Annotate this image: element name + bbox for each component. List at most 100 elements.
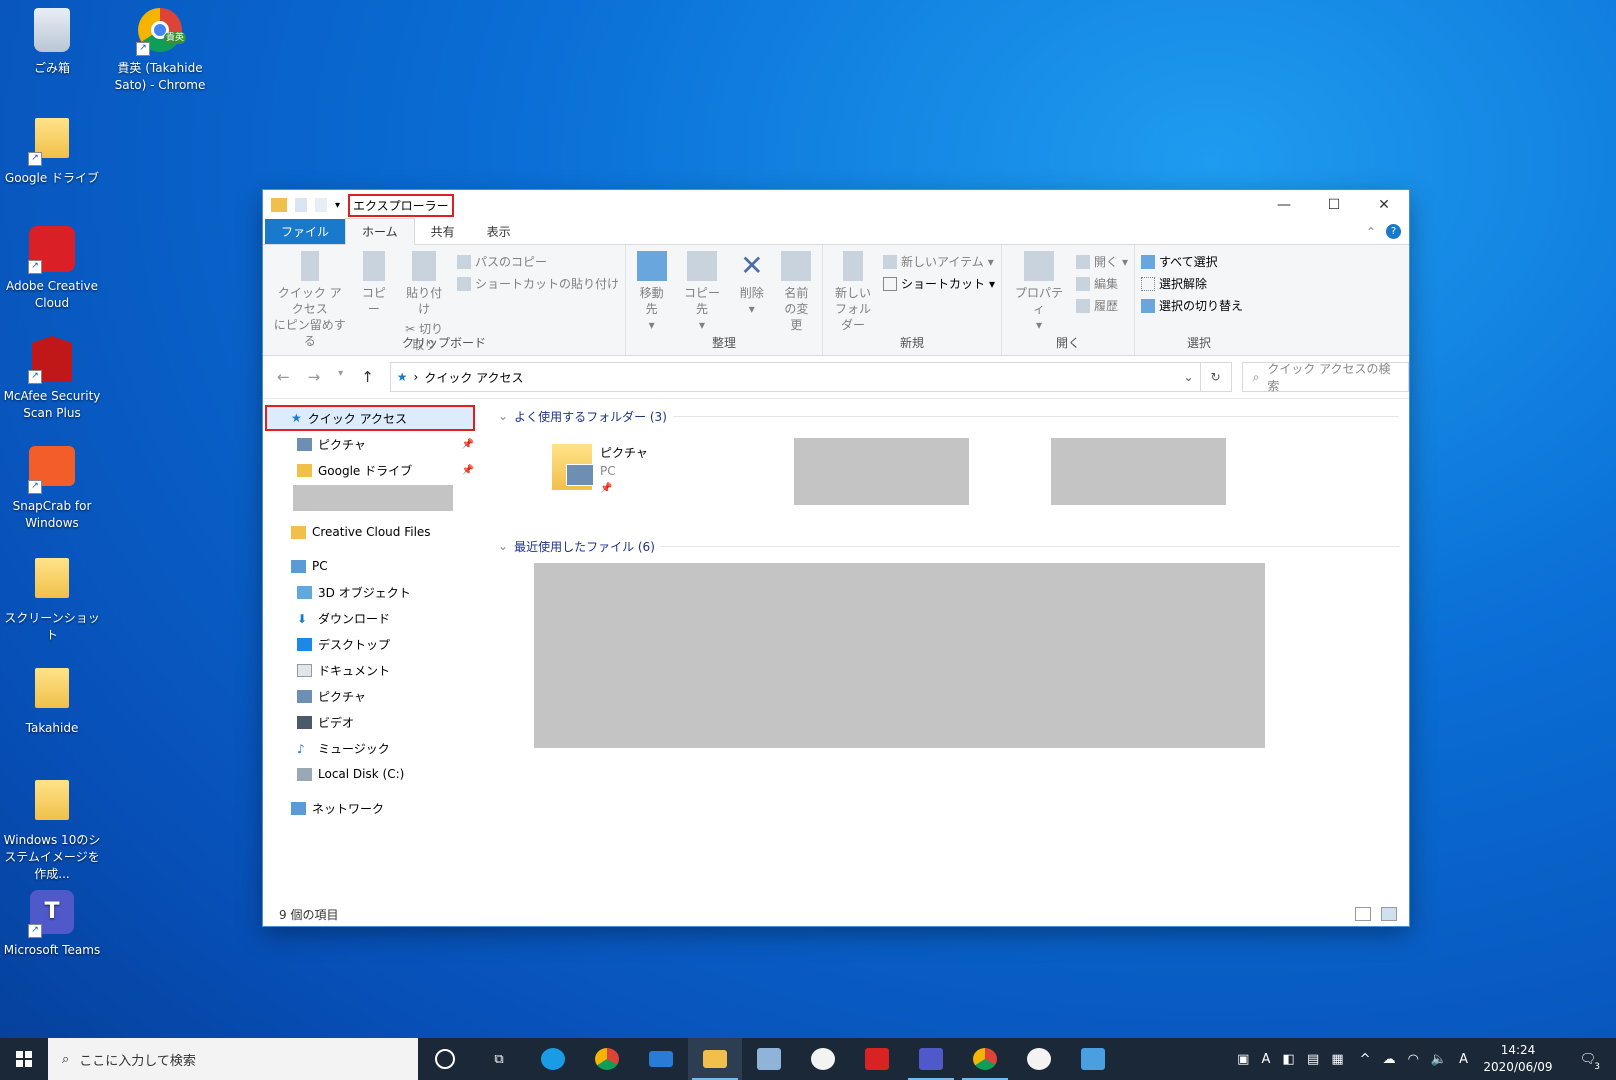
frequent-folder-pictures[interactable]: ピクチャ PC 📌 [552, 444, 772, 498]
new-folder-icon[interactable] [315, 198, 327, 212]
customize-toolbar-chevron-icon[interactable]: ▾ [335, 200, 340, 211]
history-icon [1075, 298, 1090, 313]
nav-item-3d-objects[interactable]: 3D オブジェクト [263, 579, 488, 605]
content-pane: ⌄ よく使用するフォルダー (3) ピクチャ PC 📌 ⌄ 最近使用したファイル… [488, 399, 1409, 889]
pin-icon: 📌 [461, 464, 474, 476]
shortcut-arrow-icon: ↗ [28, 370, 42, 384]
nav-item-documents[interactable]: ドキュメント [263, 657, 488, 683]
network-wifi-icon[interactable]: ◠ [1408, 1052, 1419, 1067]
new-item-button[interactable]: 新しいアイテム ▾ [882, 253, 995, 270]
taskbar-mail[interactable] [634, 1038, 688, 1080]
nav-item-videos[interactable]: ビデオ [263, 709, 488, 735]
close-button[interactable]: ✕ [1359, 190, 1409, 220]
recent-locations-chevron-icon[interactable]: ▾ [338, 368, 343, 386]
desktop-icon-chrome-profile[interactable]: 貴英 ↗ 貴英 (Takahide Sato) - Chrome [108, 8, 212, 94]
tab-home[interactable]: ホーム [345, 218, 415, 245]
history-button[interactable]: 履歴 [1075, 297, 1128, 314]
nav-item-desktop[interactable]: デスクトップ [263, 631, 488, 657]
desktop-icon-adobe-cc[interactable]: ↗ Adobe Creative Cloud [0, 226, 104, 312]
new-folder-label-1: 新しい [834, 286, 871, 300]
show-hidden-icons-chevron-icon[interactable]: ^ [1360, 1052, 1371, 1067]
redacted-recent-files [534, 563, 1265, 748]
section-frequent-folders[interactable]: ⌄ よく使用するフォルダー (3) [498, 405, 1399, 427]
taskbar-app-notes[interactable] [742, 1038, 796, 1080]
refresh-button[interactable]: ↻ [1200, 362, 1232, 392]
address-dropdown-chevron-icon[interactable]: ⌄ [1183, 370, 1193, 384]
nav-item-pc[interactable]: PC [263, 553, 488, 579]
invert-selection-button[interactable]: 選択の切り替え [1141, 297, 1243, 314]
forward-arrow-icon[interactable]: → [308, 368, 321, 386]
clock[interactable]: 14:24 2020/06/09 [1480, 1042, 1556, 1076]
taskbar-edge[interactable] [526, 1038, 580, 1080]
properties-icon[interactable] [295, 198, 307, 212]
action-center-button[interactable]: 🗨 3 [1568, 1038, 1608, 1080]
open-button[interactable]: 開く ▾ [1075, 253, 1128, 270]
nav-item-network[interactable]: ネットワーク [263, 795, 488, 821]
taskbar-app-misc[interactable] [1012, 1038, 1066, 1080]
taskbar-photos[interactable] [1066, 1038, 1120, 1080]
nav-item-music[interactable]: ♪ ミュージック [263, 735, 488, 761]
cortana-button[interactable] [418, 1038, 472, 1080]
shortcut-icon [882, 276, 897, 291]
easy-access-button[interactable]: ショートカット ▾ [882, 275, 995, 292]
cortana-circle-icon [435, 1049, 455, 1069]
help-icon[interactable]: ? [1386, 224, 1401, 239]
large-icons-view-icon[interactable] [1381, 907, 1397, 921]
onedrive-cloud-icon[interactable]: ☁ [1383, 1052, 1396, 1067]
desktop-icon-system-image[interactable]: Windows 10のシステムイメージを作成... [0, 780, 104, 883]
nav-item-google-drive[interactable]: Google ドライブ 📌 [263, 457, 488, 483]
desktop-icon-mcafee[interactable]: ↗ McAfee Security Scan Plus [0, 336, 104, 422]
taskbar-chrome-profile[interactable] [958, 1038, 1012, 1080]
desktop-icon-screenshots[interactable]: スクリーンショット [0, 558, 104, 644]
tab-view[interactable]: 表示 [471, 219, 527, 244]
collapse-ribbon-chevron-icon[interactable]: ⌃ [1366, 225, 1376, 239]
taskbar-itunes[interactable] [796, 1038, 850, 1080]
desktop-icon-takahide[interactable]: Takahide [0, 668, 104, 737]
nav-label: デスクトップ [318, 637, 391, 652]
tab-share[interactable]: 共有 [415, 219, 471, 244]
search-box[interactable]: ⌕ クイック アクセスの検索 [1241, 362, 1409, 393]
copy-path-button[interactable]: パスのコピー [456, 253, 619, 270]
up-arrow-icon[interactable]: ↑ [361, 368, 374, 386]
nav-item-creative-cloud[interactable]: Creative Cloud Files [263, 519, 488, 545]
refresh-icon: ↻ [1210, 370, 1221, 384]
breadcrumb-quick-access[interactable]: クイック アクセス [424, 369, 523, 386]
desktop-icon-google-drive[interactable]: ↗ Google ドライブ [0, 118, 104, 187]
taskbar-chrome[interactable] [580, 1038, 634, 1080]
tray-app-icons[interactable]: ▣ A ◧ ▤ ▦ [1237, 1052, 1348, 1067]
ime-indicator[interactable]: A [1459, 1052, 1468, 1067]
folder-icon [35, 780, 69, 820]
desktop-icon-snapcrab[interactable]: ↗ SnapCrab for Windows [0, 446, 104, 532]
tab-file[interactable]: ファイル [265, 219, 346, 244]
nav-item-local-disk[interactable]: Local Disk (C:) [263, 761, 488, 787]
explorer-window: ▾ エクスプローラー — ☐ ✕ ファイル ホーム 共有 表示 ⌃ ? クイック… [263, 190, 1409, 926]
start-button[interactable] [0, 1038, 48, 1080]
volume-icon[interactable]: 🔈 [1431, 1052, 1447, 1067]
nav-item-downloads[interactable]: ⬇ ダウンロード [263, 605, 488, 631]
nav-item-quick-access[interactable]: ★ クイック アクセス [265, 405, 475, 431]
minimize-button[interactable]: — [1259, 190, 1309, 220]
task-view-button[interactable]: ⧉ [472, 1038, 526, 1080]
taskbar-teams[interactable] [904, 1038, 958, 1080]
windows-logo-icon [16, 1051, 32, 1067]
select-all-button[interactable]: すべて選択 [1141, 253, 1243, 270]
address-bar[interactable]: ★ › クイック アクセス ⌄ [389, 362, 1201, 392]
taskbar-acrobat[interactable] [850, 1038, 904, 1080]
paste-shortcut-button[interactable]: ショートカットの貼り付け [456, 275, 619, 292]
nav-label: Local Disk (C:) [318, 767, 405, 781]
taskbar-file-explorer[interactable] [688, 1038, 742, 1080]
back-arrow-icon[interactable]: ← [277, 368, 290, 386]
details-view-icon[interactable] [1355, 907, 1371, 921]
section-recent-files[interactable]: ⌄ 最近使用したファイル (6) [498, 535, 1399, 557]
taskbar-search-box[interactable]: ⌕ ここに入力して検索 [48, 1038, 418, 1080]
desktop-icon-recycle-bin[interactable]: ごみ箱 [0, 8, 104, 77]
maximize-button[interactable]: ☐ [1309, 190, 1359, 220]
redacted-folder-tile [794, 437, 969, 505]
copy-to-icon [687, 251, 717, 281]
select-none-button[interactable]: 選択解除 [1141, 275, 1243, 292]
nav-item-pictures[interactable]: ピクチャ [263, 683, 488, 709]
desktop-icon-label: ごみ箱 [33, 61, 70, 75]
nav-item-pictures-pinned[interactable]: ピクチャ 📌 [263, 431, 488, 457]
desktop-icon-teams[interactable]: T ↗ Microsoft Teams [0, 890, 104, 959]
edit-button[interactable]: 編集 [1075, 275, 1128, 292]
